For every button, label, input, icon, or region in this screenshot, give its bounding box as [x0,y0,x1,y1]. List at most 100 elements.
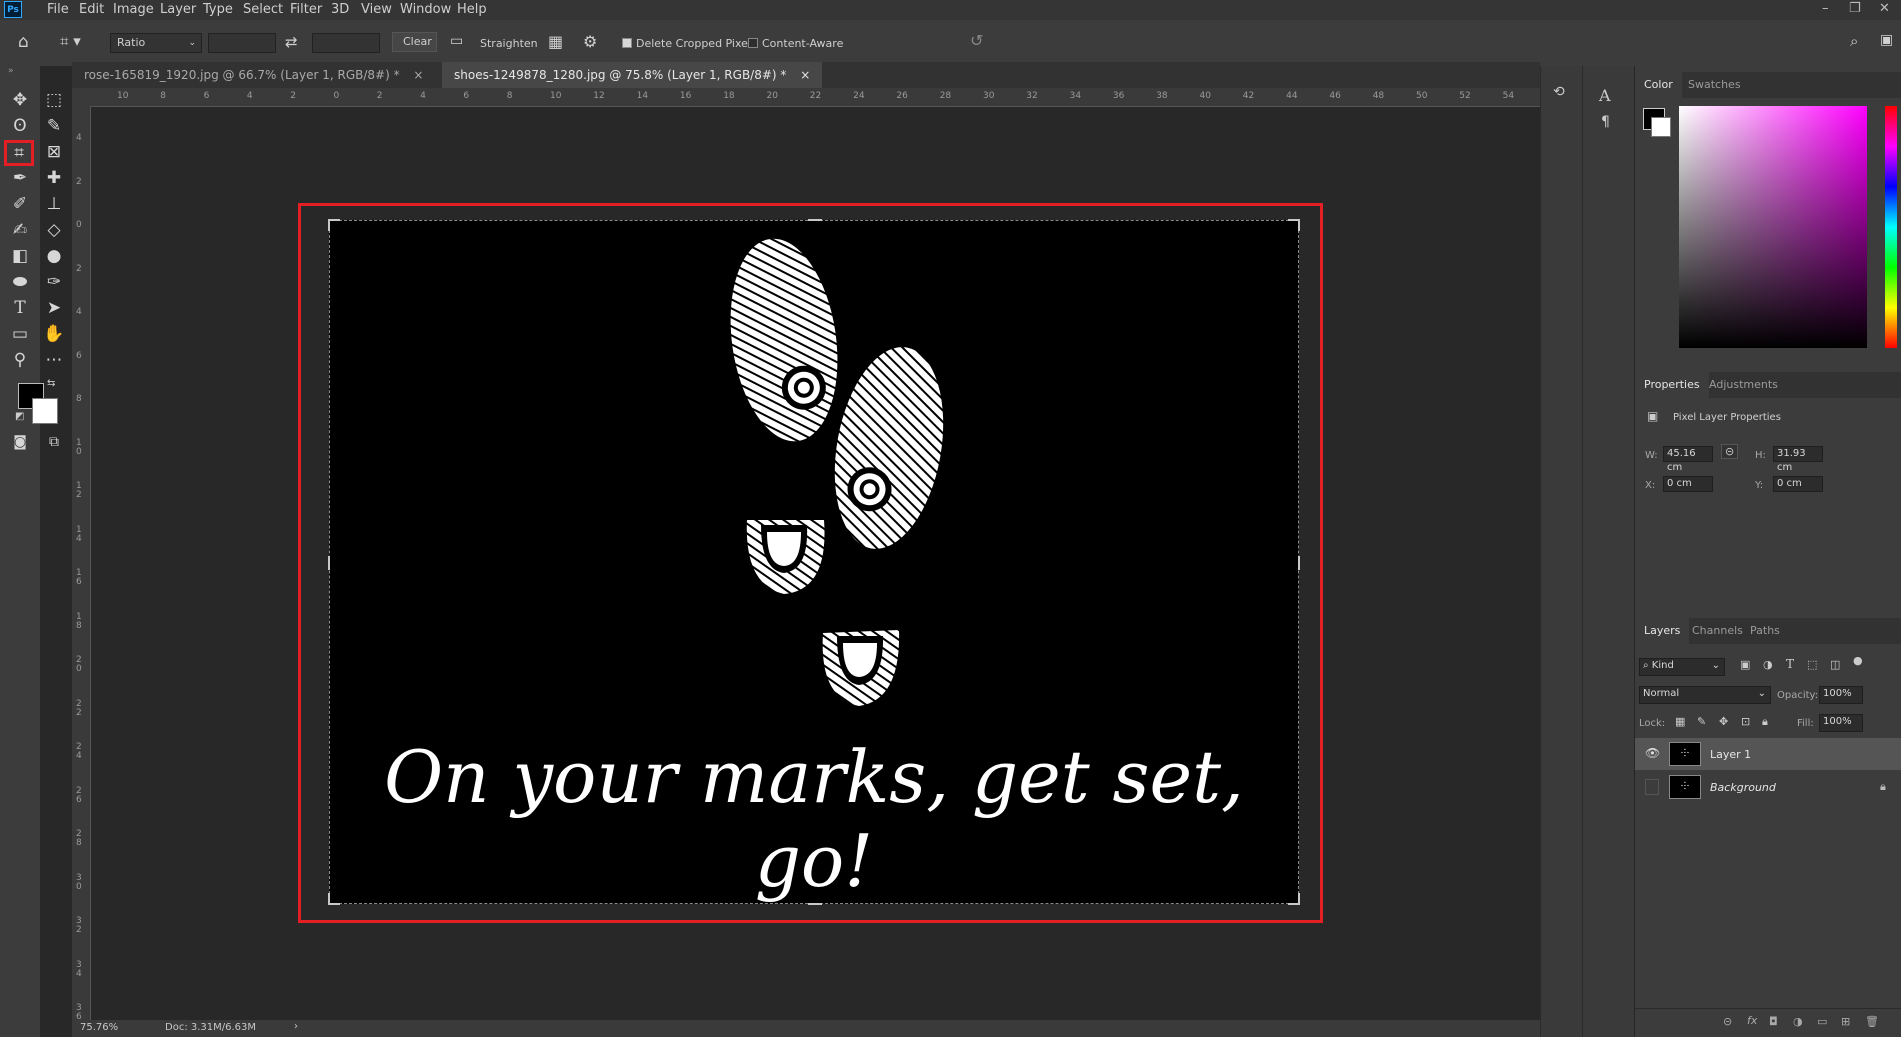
grid-overlay-icon[interactable]: ▦ [548,32,563,51]
content-aware-checkbox[interactable] [748,38,758,48]
ratio-height-input[interactable] [312,33,380,53]
type-tool-icon[interactable]: T [6,296,34,320]
brush-tool-icon[interactable]: ✐ [6,192,34,216]
lasso-tool-icon[interactable]: ʘ [6,114,34,138]
tab-shoes[interactable]: shoes-1249878_1280.jpg @ 75.8% (Layer 1,… [442,62,823,88]
filter-shape-icon[interactable]: ⬚ [1807,658,1817,671]
history-icon[interactable]: ⟲ [1553,84,1565,100]
add-mask-icon[interactable]: ◘ [1769,1015,1778,1028]
gear-icon[interactable]: ⚙ [583,32,597,51]
restore-icon[interactable]: ❐ [1849,1,1861,16]
default-colors-icon[interactable]: ◩ [15,411,24,422]
menu-3d[interactable]: 3D [331,2,349,17]
y-field[interactable]: 0 cm [1773,476,1823,492]
x-field[interactable]: 0 cm [1663,476,1713,492]
close-tab-icon[interactable]: × [413,68,423,82]
menu-file[interactable]: File [47,2,69,17]
layer-name[interactable]: Background [1710,781,1776,794]
layer-filter-select[interactable]: ⌕ Kind ⌄ [1639,658,1725,676]
straighten-icon[interactable]: ▭ [450,33,463,49]
search-icon[interactable]: ⌕ [1850,32,1858,50]
dodge-tool-icon[interactable]: ⬬ [6,270,34,294]
layer-row-background[interactable]: ⸭ Background 🔒︎ [1635,771,1901,803]
lock-pixels-icon[interactable]: ✎ [1697,715,1706,728]
minimize-icon[interactable]: – [1822,1,1829,16]
eye-icon[interactable]: 👁︎ [1645,746,1660,760]
blend-mode-select[interactable]: Normal ⌄ [1639,686,1771,704]
path-select-icon[interactable]: ➤ [40,296,68,320]
eyedropper-tool-icon[interactable]: ✒ [6,166,34,190]
screen-mode-icon[interactable]: ⧉ [40,430,68,454]
visibility-toggle[interactable] [1645,779,1659,795]
clone-stamp-icon[interactable]: ⊥ [40,192,68,216]
tab-rose[interactable]: rose-165819_1920.jpg @ 66.7% (Layer 1, R… [72,62,435,88]
home-icon[interactable]: ⌂ [18,32,29,52]
trash-icon[interactable]: 🗑︎ [1865,1015,1879,1028]
move-tool-icon[interactable]: ✥ [6,88,34,112]
crop-tool-icon[interactable]: ⌗ [4,140,34,166]
pen-tool-icon[interactable]: ✑ [40,270,68,294]
height-field[interactable]: 31.93 cm [1773,446,1823,473]
rectangle-tool-icon[interactable]: ▭ [6,322,34,346]
marquee-tool-icon[interactable]: ⬚ [40,88,68,112]
menu-edit[interactable]: Edit [79,2,104,17]
color-bg-swatch[interactable] [1651,117,1671,137]
crop-tool-preset-icon[interactable]: ⌗ ▾ [60,32,81,50]
ratio-select[interactable]: Ratio ⌄ [110,33,202,53]
new-layer-icon[interactable]: ⊞ [1841,1015,1850,1028]
hue-slider[interactable] [1885,106,1897,348]
menu-view[interactable]: View [361,2,392,17]
zoom-level[interactable]: 75.76% [80,1022,118,1033]
new-group-icon[interactable]: ▭ [1817,1015,1827,1028]
link-layers-icon[interactable]: ⊝ [1723,1015,1732,1028]
hand-tool-icon[interactable]: ✋ [40,322,68,346]
opacity-field[interactable]: 100% [1819,686,1863,704]
gradient-tool-icon[interactable]: ◧ [6,244,34,268]
tab-properties[interactable]: Properties [1635,372,1709,398]
menu-layer[interactable]: Layer [160,2,196,17]
background-color-swatch[interactable] [32,398,58,424]
history-brush-icon[interactable]: ✍ [6,218,34,242]
clear-button[interactable]: Clear [392,32,437,52]
quick-mask-icon[interactable]: ◙ [6,430,34,454]
tab-color[interactable]: Color [1635,72,1682,98]
link-icon[interactable]: ⊝ [1721,444,1739,459]
menu-select[interactable]: Select [243,2,283,17]
fill-field[interactable]: 100% [1819,714,1863,732]
ratio-width-input[interactable] [208,33,276,53]
healing-brush-icon[interactable]: ✚ [40,166,68,190]
swap-icon[interactable]: ⇄ [285,33,298,51]
color-picker-field[interactable] [1679,106,1867,348]
paragraph-icon[interactable]: ¶ [1601,114,1610,130]
fx-icon[interactable]: fx [1747,1014,1757,1027]
filter-type-icon[interactable]: T [1786,657,1794,671]
filter-pixel-icon[interactable]: ▣ [1740,658,1750,671]
status-arrow-icon[interactable]: › [294,1021,298,1032]
close-tab-icon[interactable]: × [800,68,810,82]
menu-window[interactable]: Window [400,2,451,17]
filter-toggle-icon[interactable]: ● [1853,654,1863,667]
collapse-tools-icon[interactable]: » [8,66,14,76]
delete-cropped-checkbox[interactable] [622,38,632,48]
character-icon[interactable]: A [1599,86,1611,105]
tab-swatches[interactable]: Swatches [1679,72,1750,98]
menu-image[interactable]: Image [113,2,154,17]
tab-adjustments[interactable]: Adjustments [1700,372,1787,398]
zoom-tool-icon[interactable]: ⚲ [6,348,34,372]
menu-filter[interactable]: Filter [290,2,322,17]
width-field[interactable]: 45.16 cm [1663,446,1713,473]
layer-row-layer1[interactable]: 👁︎ ⸭ Layer 1 [1635,738,1901,770]
swap-colors-icon[interactable]: ⇆ [47,378,55,389]
lock-position-icon[interactable]: ✥ [1719,715,1728,728]
menu-type[interactable]: Type [203,2,233,17]
quick-select-tool-icon[interactable]: ✎ [40,114,68,138]
menu-help[interactable]: Help [457,2,487,17]
lock-all-icon[interactable]: 🔒︎ [1762,715,1768,729]
more-tools-icon[interactable]: ⋯ [40,348,68,372]
lock-transparency-icon[interactable]: ▦ [1675,715,1685,728]
straighten-button[interactable]: Straighten [480,37,538,50]
frame-tool-icon[interactable]: ⊠ [40,140,68,164]
adjustment-layer-icon[interactable]: ◑ [1793,1015,1803,1028]
eraser-tool-icon[interactable]: ◇ [40,218,68,242]
workspace-icon[interactable]: ▣ [1880,32,1893,48]
